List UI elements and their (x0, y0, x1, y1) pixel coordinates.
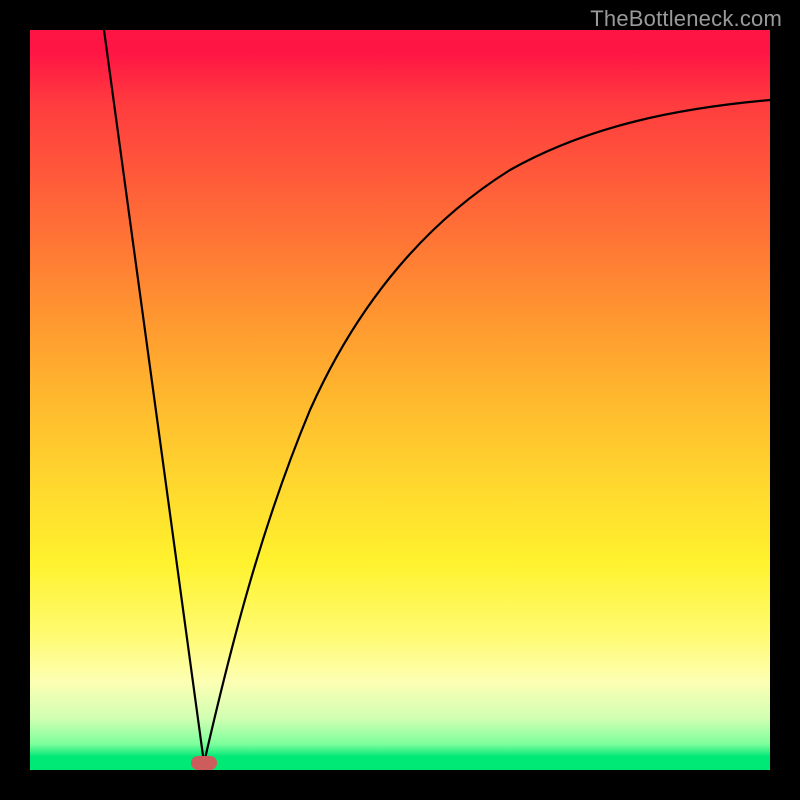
minimum-marker (191, 756, 217, 770)
plot-area (30, 30, 770, 770)
curve-left-branch (104, 30, 204, 763)
chart-frame: TheBottleneck.com (0, 0, 800, 800)
bottleneck-curve (30, 30, 770, 770)
curve-right-branch (204, 100, 770, 763)
watermark-text: TheBottleneck.com (590, 6, 782, 32)
